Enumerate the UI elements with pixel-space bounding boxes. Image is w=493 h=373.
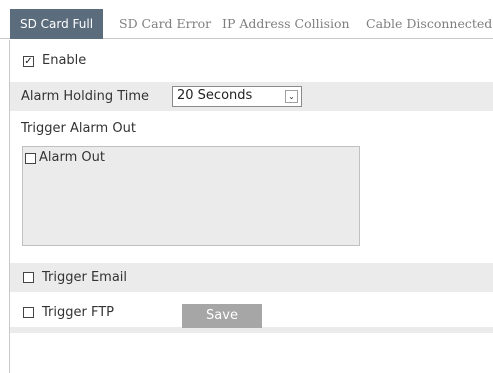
trigger-alarm-out-label: Trigger Alarm Out bbox=[21, 121, 136, 136]
trigger-ftp-label: Trigger FTP bbox=[42, 305, 114, 320]
enable-label: Enable bbox=[42, 53, 87, 68]
trigger-email-checkbox[interactable] bbox=[23, 272, 34, 283]
alarm-holding-time-row: Alarm Holding Time 20 Seconds ⌄ bbox=[10, 82, 493, 111]
trigger-email-label: Trigger Email bbox=[42, 270, 128, 285]
enable-row: ✓ Enable bbox=[10, 50, 493, 72]
chevron-down-icon[interactable]: ⌄ bbox=[285, 90, 298, 103]
alarm-out-checkbox[interactable] bbox=[25, 153, 36, 164]
alarm-out-list: Alarm Out bbox=[22, 146, 360, 246]
enable-checkbox[interactable]: ✓ bbox=[23, 56, 34, 67]
alarm-holding-time-select[interactable]: 20 Seconds ⌄ bbox=[172, 86, 302, 107]
save-button[interactable]: Save bbox=[182, 304, 262, 328]
alarm-out-label: Alarm Out bbox=[39, 150, 105, 165]
tab-sd-card-full[interactable]: SD Card Full bbox=[10, 9, 104, 39]
tab-sd-card-error[interactable]: SD Card Error bbox=[119, 9, 211, 40]
tab-bar: SD Card Full SD Card Error IP Address Co… bbox=[0, 0, 493, 39]
alarm-holding-time-value: 20 Seconds bbox=[177, 88, 253, 103]
tab-cable-disconnected[interactable]: Cable Disconnected bbox=[366, 9, 492, 40]
trigger-alarm-out-row: Trigger Alarm Out bbox=[10, 118, 493, 140]
alarm-holding-time-label: Alarm Holding Time bbox=[21, 89, 150, 104]
tab-ip-address-collision[interactable]: IP Address Collision bbox=[222, 9, 350, 40]
trigger-ftp-checkbox[interactable] bbox=[23, 307, 34, 318]
trigger-email-row: Trigger Email bbox=[10, 263, 493, 292]
